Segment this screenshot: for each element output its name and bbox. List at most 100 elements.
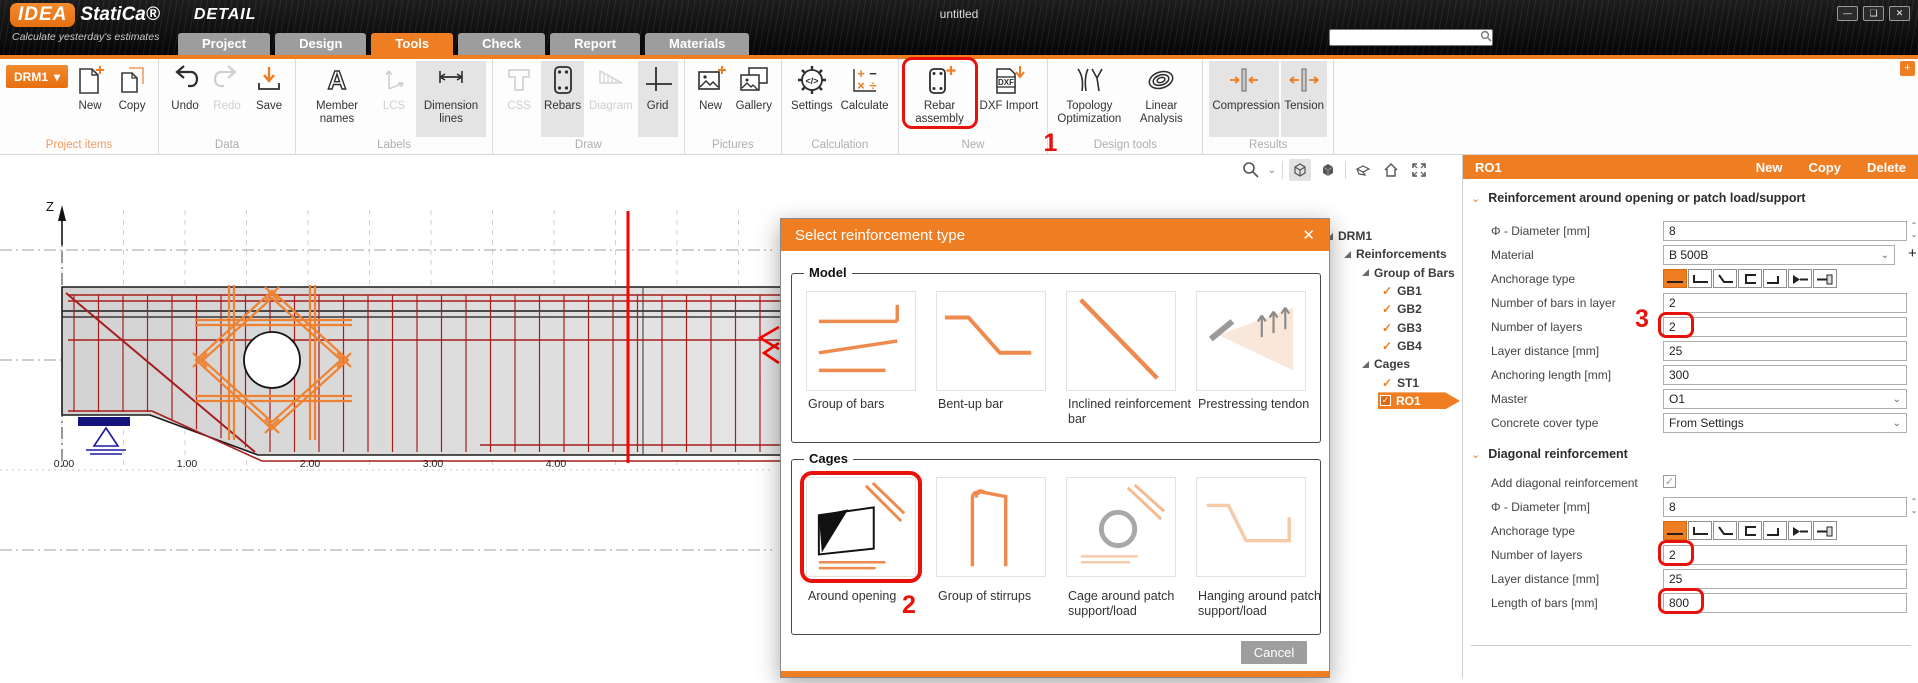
- minimize-button[interactable]: —: [1837, 6, 1858, 21]
- delete-reinforcement-button[interactable]: Delete: [1867, 160, 1906, 175]
- grid-button[interactable]: Grid: [637, 61, 678, 137]
- concrete-cover-select[interactable]: From Settings ⌄: [1663, 413, 1907, 433]
- opening-circle[interactable]: [243, 331, 301, 389]
- tree-item-drm1[interactable]: DRM1: [1338, 229, 1372, 243]
- tab-design[interactable]: Design: [275, 33, 367, 55]
- zoom-tool-button[interactable]: [1240, 159, 1262, 181]
- search-box[interactable]: [1329, 29, 1493, 46]
- anchorage-straight-button[interactable]: [1663, 269, 1687, 288]
- tree-item-gb1[interactable]: GB1: [1397, 284, 1422, 298]
- material-select[interactable]: B 500B ⌄: [1663, 245, 1895, 265]
- master-select[interactable]: O1 ⌄: [1663, 389, 1907, 409]
- card-around-opening[interactable]: [806, 477, 916, 577]
- anchoring-length-input[interactable]: [1663, 365, 1907, 385]
- settings-button[interactable]: </> Settings: [788, 61, 836, 115]
- diagonal-layers-input[interactable]: [1663, 545, 1907, 565]
- checkbox-checked-icon[interactable]: ✓: [1382, 284, 1392, 298]
- rebars-button[interactable]: Rebars: [541, 61, 585, 137]
- tab-materials[interactable]: Materials: [645, 33, 750, 55]
- diagonal-layer-distance-input[interactable]: [1663, 569, 1907, 589]
- spinner-control[interactable]: ⌃ ⌄: [1909, 221, 1918, 239]
- compression-button[interactable]: Compression: [1209, 61, 1280, 137]
- section-view-button[interactable]: [1352, 159, 1374, 181]
- tree-item-reinforcements[interactable]: Reinforcements: [1356, 247, 1447, 261]
- checkbox-checked-icon[interactable]: ✓: [1382, 339, 1392, 353]
- home-view-button[interactable]: [1380, 159, 1402, 181]
- anchorage-straight-button[interactable]: [1663, 521, 1687, 540]
- tree-expander-icon[interactable]: [1362, 269, 1369, 277]
- card-group-of-bars[interactable]: [806, 291, 916, 391]
- add-material-button[interactable]: +: [1908, 245, 1917, 262]
- anchorage-bend-button[interactable]: [1688, 521, 1712, 540]
- fit-view-button[interactable]: [1408, 159, 1430, 181]
- card-group-of-stirrups[interactable]: [936, 477, 1046, 577]
- tab-check[interactable]: Check: [458, 33, 546, 55]
- tension-button[interactable]: Tension: [1281, 61, 1327, 137]
- search-input[interactable]: [1330, 31, 1480, 44]
- zoom-dropdown-icon[interactable]: ⌄: [1268, 165, 1276, 176]
- tree-expander-icon[interactable]: [1344, 250, 1351, 258]
- rebar-assembly-button[interactable]: Rebar assembly: [901, 57, 978, 129]
- tab-project[interactable]: Project: [178, 33, 271, 55]
- section-header-diagonal[interactable]: ⌄ Diagonal reinforcement: [1471, 447, 1628, 461]
- checkbox-checked-icon[interactable]: ✓: [1382, 376, 1392, 390]
- copy-reinforcement-button[interactable]: Copy: [1808, 160, 1841, 175]
- dxf-import-button[interactable]: DXF DXF Import: [977, 61, 1042, 115]
- cancel-button[interactable]: Cancel: [1241, 641, 1307, 664]
- section-header-opening[interactable]: ⌄ Reinforcement around opening or patch …: [1471, 191, 1806, 205]
- card-prestressing-tendon[interactable]: [1196, 291, 1306, 391]
- solid-view-button[interactable]: [1317, 159, 1339, 181]
- wireframe-view-button[interactable]: [1289, 159, 1311, 181]
- card-cage-around-patch[interactable]: [1066, 477, 1176, 577]
- diameter-input[interactable]: [1663, 221, 1907, 241]
- tree-item-gb4[interactable]: GB4: [1397, 339, 1422, 353]
- new-project-item-button[interactable]: New: [70, 61, 110, 115]
- anchorage-welded-plate-button[interactable]: [1788, 521, 1812, 540]
- anchorage-hook-button[interactable]: [1713, 269, 1737, 288]
- anchorage-end-plate-button[interactable]: [1813, 269, 1837, 288]
- tree-item-st1[interactable]: ST1: [1397, 376, 1419, 390]
- anchorage-end-plate-button[interactable]: [1813, 521, 1837, 540]
- save-button[interactable]: Save: [249, 61, 289, 115]
- anchorage-loop-button[interactable]: [1738, 521, 1762, 540]
- ribbon-corner-button[interactable]: +: [1900, 61, 1915, 76]
- tree-item-gb2[interactable]: GB2: [1397, 302, 1422, 316]
- topology-optimization-button[interactable]: Topology Optimization: [1054, 61, 1124, 127]
- close-button[interactable]: ✕: [1889, 6, 1910, 21]
- anchorage-foot-button[interactable]: [1763, 521, 1787, 540]
- anchorage-loop-button[interactable]: [1738, 269, 1762, 288]
- restore-button[interactable]: ❏: [1863, 6, 1884, 21]
- tree-item-gb3[interactable]: GB3: [1397, 321, 1422, 335]
- checkbox-checked-icon[interactable]: ✓: [1382, 302, 1392, 316]
- bar-length-input[interactable]: [1663, 593, 1907, 613]
- tab-tools[interactable]: Tools: [371, 33, 454, 55]
- anchorage-hook-button[interactable]: [1713, 521, 1737, 540]
- number-of-layers-input[interactable]: [1663, 317, 1907, 337]
- tab-report[interactable]: Report: [550, 33, 641, 55]
- tree-item-cages[interactable]: Cages: [1374, 357, 1410, 371]
- calculate-button[interactable]: + − × ÷ Calculate: [838, 61, 892, 115]
- new-picture-button[interactable]: New: [691, 61, 731, 115]
- checkbox-checked-icon[interactable]: ✓: [1382, 321, 1392, 335]
- card-hanging-around-patch[interactable]: [1196, 477, 1306, 577]
- anchorage-welded-plate-button[interactable]: [1788, 269, 1812, 288]
- dialog-title-bar[interactable]: Select reinforcement type ✕: [781, 219, 1329, 251]
- add-diagonal-checkbox[interactable]: ✓: [1663, 475, 1676, 488]
- tree-item-ro1-selected[interactable]: ✓ RO1: [1378, 392, 1460, 410]
- anchorage-bend-button[interactable]: [1688, 269, 1712, 288]
- dimension-lines-button[interactable]: Dimension lines: [416, 61, 487, 137]
- member-names-button[interactable]: A Member names: [302, 61, 372, 127]
- spinner-control[interactable]: ⌃ ⌄: [1909, 497, 1918, 515]
- anchorage-foot-button[interactable]: [1763, 269, 1787, 288]
- card-inclined-bar[interactable]: [1066, 291, 1176, 391]
- drm1-dropdown[interactable]: DRM1 ▾: [6, 65, 69, 88]
- linear-analysis-button[interactable]: Linear Analysis: [1126, 61, 1196, 127]
- card-bent-up-bar[interactable]: [936, 291, 1046, 391]
- copy-project-item-button[interactable]: Copy: [112, 61, 152, 115]
- checkbox-checked-icon[interactable]: ✓: [1380, 395, 1391, 407]
- tree-item-group-of-bars[interactable]: Group of Bars: [1374, 266, 1455, 280]
- diagonal-diameter-input[interactable]: [1663, 497, 1907, 517]
- undo-button[interactable]: Undo: [165, 61, 205, 115]
- gallery-button[interactable]: Gallery: [733, 61, 775, 115]
- bars-in-layer-input[interactable]: [1663, 293, 1907, 313]
